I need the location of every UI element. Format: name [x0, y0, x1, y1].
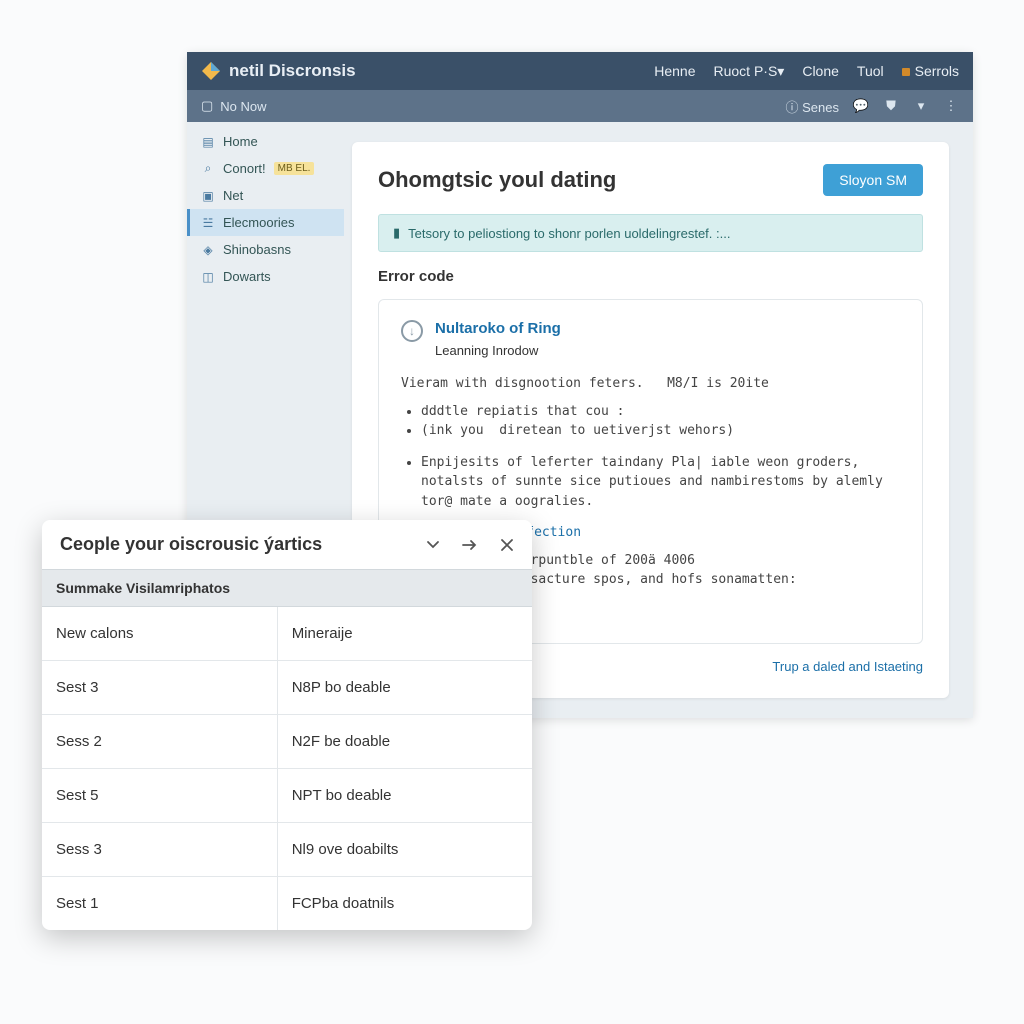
- info-notice: ▮ Tetsory to peliostiong to shonr porlen…: [378, 214, 923, 252]
- brand-text: netil Discronsis: [229, 61, 356, 81]
- more-vert-icon[interactable]: ⋮: [943, 98, 959, 114]
- sidebar-item-shinobasns[interactable]: ◈ Shinobasns: [187, 236, 344, 263]
- topnav-item-4[interactable]: Serrols: [902, 63, 959, 80]
- table-row: Sess 3Nl9 ove doabilts: [42, 823, 532, 877]
- error-subtitle: Leanning Inrodow: [435, 341, 561, 361]
- collapse-icon[interactable]: [426, 538, 440, 552]
- diamond-icon: ◈: [201, 243, 215, 257]
- sidebar-item-label: Net: [223, 188, 243, 203]
- brand-logo-icon: [201, 61, 221, 81]
- sidebar-item-label: Dowarts: [223, 269, 271, 284]
- arrow-right-icon[interactable]: [462, 538, 478, 552]
- sidebar-badge: MB EL.: [274, 162, 315, 175]
- sidebar-item-label: Conort!: [223, 161, 266, 176]
- table-row: Sest 1FCPba doatnils: [42, 877, 532, 931]
- error-bullet-a1: (ink you diretean to uetiverjst wehors): [421, 421, 900, 441]
- arrow-circle-icon[interactable]: ↓: [401, 320, 423, 342]
- topbar: netil Discronsis Henne Ruoct P·S▾ Clone …: [187, 52, 973, 90]
- float-title: Ceople your oiscrousic ýartics: [60, 534, 322, 555]
- error-bullet-b0: Enpijesits of leferter taindany Pla| iab…: [421, 453, 900, 512]
- secondbar-right-label: ⓘ Senes: [786, 97, 839, 116]
- box-icon: ◫: [201, 270, 215, 284]
- summary-table: Summake Visilamriphatos New calonsMinera…: [42, 569, 532, 930]
- table-row: New calonsMineraije: [42, 607, 532, 661]
- sidebar-item-dowarts[interactable]: ◫ Dowarts: [187, 263, 344, 290]
- secondbar: ▢ No Now ⓘ Senes 💬 ⛊ ▾ ⋮: [187, 90, 973, 122]
- page-title: Ohomgtsic youl dating: [378, 167, 616, 193]
- error-bullet-a0: dddtle repiatis that cou :: [421, 402, 900, 422]
- brand: netil Discronsis: [201, 61, 356, 81]
- floating-panel: Ceople your oiscrousic ýartics Summake V…: [42, 520, 532, 930]
- topnav-item-2[interactable]: Clone: [802, 63, 839, 80]
- sidebar-item-conort[interactable]: ⌕ Conort! MB EL.: [187, 155, 344, 182]
- secondbar-left-label: No Now: [220, 99, 266, 114]
- sidebar-item-label: Shinobasns: [223, 242, 291, 257]
- topnav-item-0[interactable]: Henne: [654, 63, 695, 80]
- sidebar-item-net[interactable]: ▣ Net: [187, 182, 344, 209]
- topnav-item-3[interactable]: Tuol: [857, 63, 884, 80]
- caret-down-icon[interactable]: ▾: [913, 98, 929, 114]
- footer-link[interactable]: Trup a daled and Istaeting: [772, 659, 923, 674]
- key-icon: ⌕: [201, 162, 215, 176]
- topnav: Henne Ruoct P·S▾ Clone Tuol Serrols: [654, 63, 959, 80]
- error-title: Nultaroko of Ring: [435, 318, 561, 341]
- window-icon: ▢: [201, 98, 213, 114]
- sidebar-item-label: Home: [223, 134, 258, 149]
- topnav-item-1[interactable]: Ruoct P·S▾: [714, 63, 785, 80]
- error-line1: Vieram with disgnootion feters. M8/I is …: [401, 374, 900, 394]
- notice-text: Tetsory to peliostiong to shonr porlen u…: [408, 226, 730, 241]
- file-icon: ▣: [201, 189, 215, 203]
- sidebar-item-label: Elecmoories: [223, 215, 295, 230]
- table-row: Sess 2N2F be doable: [42, 715, 532, 769]
- sidebar-item-elecmoories[interactable]: ☱ Elecmoories: [187, 209, 344, 236]
- table-row: Sest 3N8P bo deable: [42, 661, 532, 715]
- bookmark-icon[interactable]: ⛊: [883, 98, 899, 114]
- chat-icon[interactable]: 💬: [853, 98, 869, 114]
- sidebar-item-home[interactable]: ▤ Home: [187, 128, 344, 155]
- section-label: Error code: [378, 268, 923, 285]
- home-icon: ▤: [201, 135, 215, 149]
- close-icon[interactable]: [500, 538, 514, 552]
- layers-icon: ☱: [201, 216, 215, 230]
- info-icon: ▮: [393, 225, 400, 241]
- table-row: Sest 5NPT bo deable: [42, 769, 532, 823]
- primary-action-button[interactable]: Sloyon SM: [823, 164, 923, 196]
- table-header: Summake Visilamriphatos: [42, 570, 532, 607]
